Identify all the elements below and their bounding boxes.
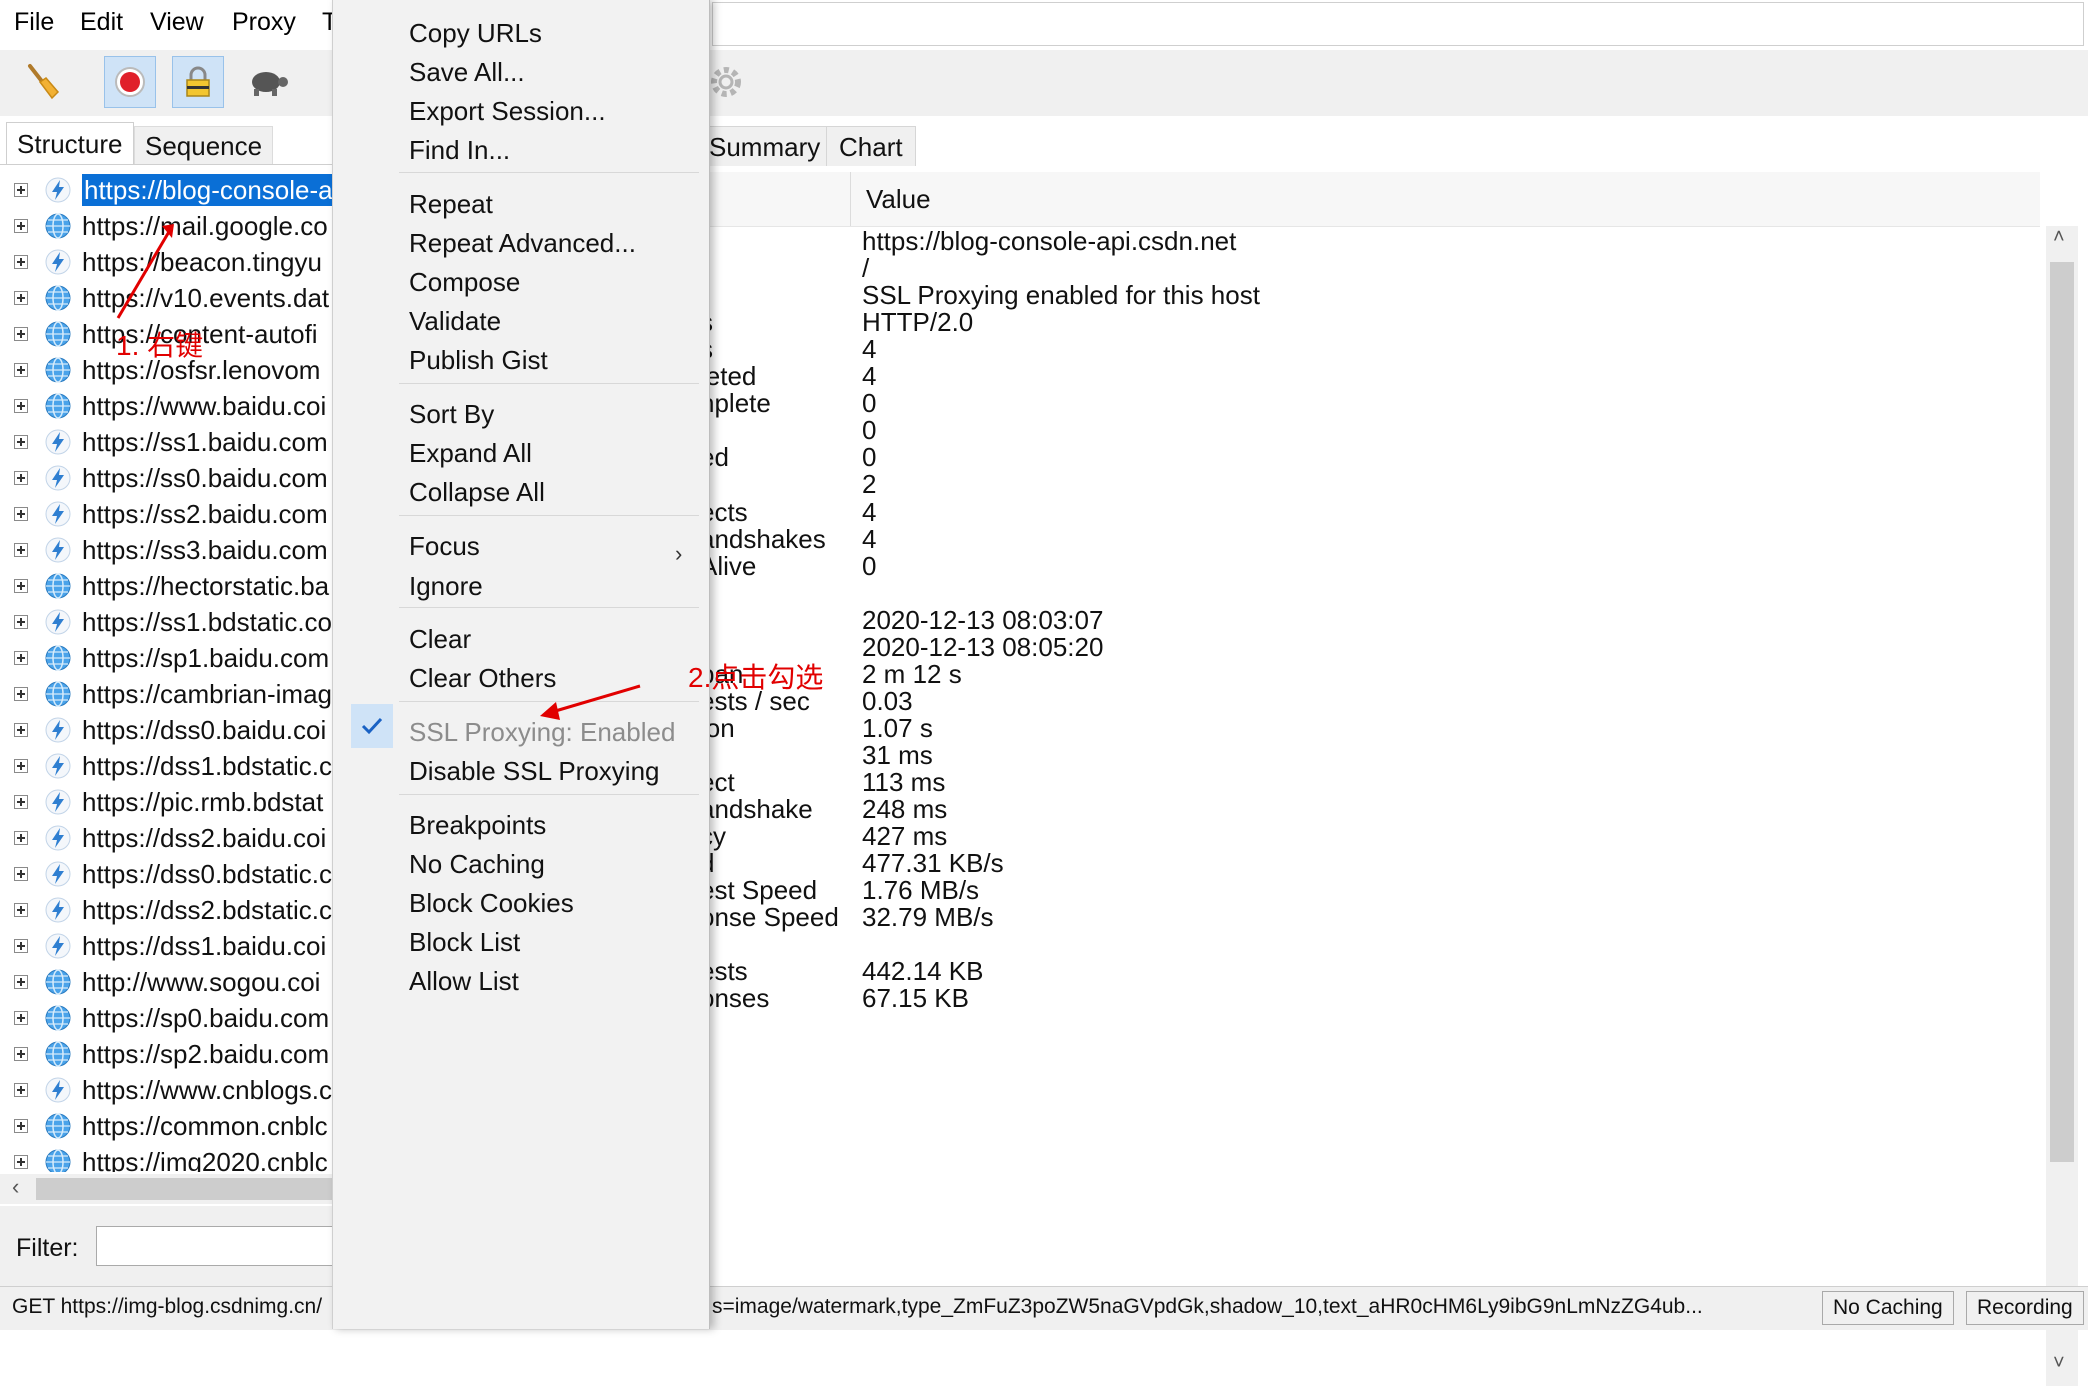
annotation-arrowhead-2 (540, 702, 560, 720)
annotation-arrows (116, 224, 641, 720)
annotation-arrow-1 (116, 229, 172, 319)
annotation-step1: 1. 右键 (116, 330, 204, 361)
scroll-down-icon[interactable]: ˅ (2053, 1352, 2065, 1375)
annotation-arrow-2 (551, 684, 641, 714)
annotation-step2: 2.点击勾选 (688, 662, 824, 693)
